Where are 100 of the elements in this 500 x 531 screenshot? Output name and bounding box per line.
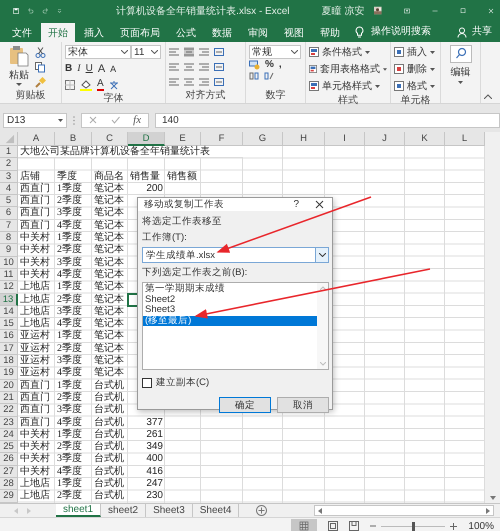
table-cell-text: 商品名 xyxy=(93,170,125,182)
table-cell-text: 西直门 xyxy=(19,416,51,428)
table-cell-text: 台式机 xyxy=(93,453,125,466)
table-cell-text: 上地店 xyxy=(19,478,51,490)
table-cell-text: 中关村 xyxy=(19,466,51,478)
table-cell-text: 台式机 xyxy=(93,441,125,452)
table-cell-text: 上地店 xyxy=(19,318,51,330)
table-cell-text: 西直门 xyxy=(19,392,51,404)
table-cell-text: 台式机 xyxy=(93,478,125,490)
table-cell-text: 笔记本 xyxy=(93,294,125,306)
table-cell-text: 西直门 xyxy=(19,207,51,220)
table-cell: 大地公司某品牌计算机设备全年销量统计表 xyxy=(18,146,243,158)
table-cell-text: 247 xyxy=(145,478,164,490)
table-cell-text: 亚运村 xyxy=(19,355,51,366)
table-cell-text: 2季度 xyxy=(56,294,83,306)
table-cell-text: 4季度 xyxy=(56,367,83,380)
table-cell-text: 3季度 xyxy=(56,453,83,466)
table-cell-text: 笔记本 xyxy=(93,342,125,354)
table-cell-text: 笔记本 xyxy=(93,268,125,280)
table-cell-text: 1季度 xyxy=(56,428,83,440)
table-cell-text: 230 xyxy=(145,490,164,503)
group-label: 对齐方式 xyxy=(184,88,226,103)
table-cell-text: 上地店 xyxy=(19,281,51,294)
table-cell-text: 亚运村 xyxy=(19,342,51,354)
table-cell-text: 台式机 xyxy=(93,380,125,392)
field-label: 下列选定工作表之前(B): xyxy=(142,266,248,279)
table-cell-text: 笔记本 xyxy=(93,256,125,268)
group-label: 字体 xyxy=(102,92,124,106)
table-cell-text: 笔记本 xyxy=(93,182,125,194)
table-cell-text: 笔记本 xyxy=(93,207,125,220)
table-cell-text: 台式机 xyxy=(93,490,125,503)
table-cell-text: 2季度 xyxy=(56,342,83,354)
table-cell-text: 笔记本 xyxy=(93,318,125,330)
table-cell-text: 400 xyxy=(145,453,164,466)
table-cell-text: 1季度 xyxy=(56,182,83,194)
table-cell-text: 销售额 xyxy=(166,170,198,183)
table-cell-text: 销售量 xyxy=(129,170,161,183)
table-cell-text: 笔记本 xyxy=(93,244,125,256)
table-cell-text: 3季度 xyxy=(56,306,83,318)
table-cell-text: 2季度 xyxy=(56,490,83,503)
table-cell-text: 3季度 xyxy=(56,207,83,220)
table-cell-text: 笔记本 xyxy=(93,306,125,318)
table-cell-text: 中关村 xyxy=(19,428,51,440)
table-cell-text: 台式机 xyxy=(93,404,125,416)
user-name: 夏瞳 凉安 xyxy=(322,4,364,18)
table-cell-text: 1季度 xyxy=(56,232,83,244)
table-cell-text: 中关村 xyxy=(19,256,51,268)
table-cell-text: 261 xyxy=(145,428,164,442)
table-cell-text: 4季度 xyxy=(56,268,83,280)
table-cell-text: 1季度 xyxy=(56,380,83,392)
section-label: 将选定工作表移至 xyxy=(142,215,223,228)
table-cell-text: 中关村 xyxy=(19,441,51,452)
group-label: 样式 xyxy=(337,94,359,108)
table-cell-text: 4季度 xyxy=(56,416,83,428)
table-cell-text: 店铺 xyxy=(19,170,41,182)
table-cell-text: 377 xyxy=(145,416,164,429)
table-cell-text: 季度 xyxy=(56,170,78,182)
table-cell-text: 笔记本 xyxy=(93,220,125,232)
table-cell-text: 台式机 xyxy=(93,392,125,404)
table-cell-text: 1季度 xyxy=(56,478,83,490)
table-cell-text: 3季度 xyxy=(56,404,83,416)
table-cell-text: 西直门 xyxy=(19,182,51,194)
table-cell-text: 笔记本 xyxy=(93,195,125,206)
table-cell-text: 416 xyxy=(145,466,164,478)
table-cell-text: 笔记本 xyxy=(93,367,125,380)
table-cell-text: 中关村 xyxy=(19,268,51,280)
table-cell-text: 2季度 xyxy=(56,441,83,452)
table-cell-text: 台式机 xyxy=(93,416,125,428)
window-title: 计算机设备全年销量统计表.xlsx - Excel xyxy=(116,4,290,18)
group-label: 单元格 xyxy=(400,94,432,108)
table-cell-text: 3季度 xyxy=(56,256,83,268)
table-cell-text: 4季度 xyxy=(56,318,83,330)
table-cell-text: 2季度 xyxy=(56,392,83,404)
table-cell-text: 西直门 xyxy=(19,220,51,232)
table-cell-text: 亚运村 xyxy=(19,367,51,380)
table-cell-text: 2季度 xyxy=(56,195,83,206)
table-cell-text: 西直门 xyxy=(19,404,51,416)
table-cell-text: 亚运村 xyxy=(19,330,51,342)
table-cell-text: 台式机 xyxy=(93,466,125,478)
table-cell-text: 笔记本 xyxy=(93,232,125,244)
table-cell-text: 上地店 xyxy=(19,306,51,318)
table-cell-text: 笔记本 xyxy=(93,281,125,294)
table-cell-text: 3季度 xyxy=(56,355,83,366)
table-cell-text: 2季度 xyxy=(56,244,83,256)
table-cell-text: 中关村 xyxy=(19,232,51,244)
table-cell-text: 4季度 xyxy=(56,466,83,478)
table-cell-text: 笔记本 xyxy=(93,330,125,342)
table-cell-text: 349 xyxy=(145,441,164,454)
table-cell-text: 笔记本 xyxy=(93,355,125,366)
table-cell-text: 上地店 xyxy=(19,294,51,306)
group-label: 数字 xyxy=(264,88,286,103)
table-cell-text: 中关村 xyxy=(19,453,51,466)
table-cell-text: 1季度 xyxy=(56,330,83,342)
table-cell-text: 台式机 xyxy=(93,428,125,440)
table-cell-text: 中关村 xyxy=(19,244,51,256)
table-cell-text: 西直门 xyxy=(19,195,51,206)
table-cell-text: 上地店 xyxy=(19,490,51,503)
table-cell-text: 200 xyxy=(145,182,164,196)
table-cell-text: 1季度 xyxy=(56,281,83,294)
table-cell-text: 4季度 xyxy=(56,220,83,232)
